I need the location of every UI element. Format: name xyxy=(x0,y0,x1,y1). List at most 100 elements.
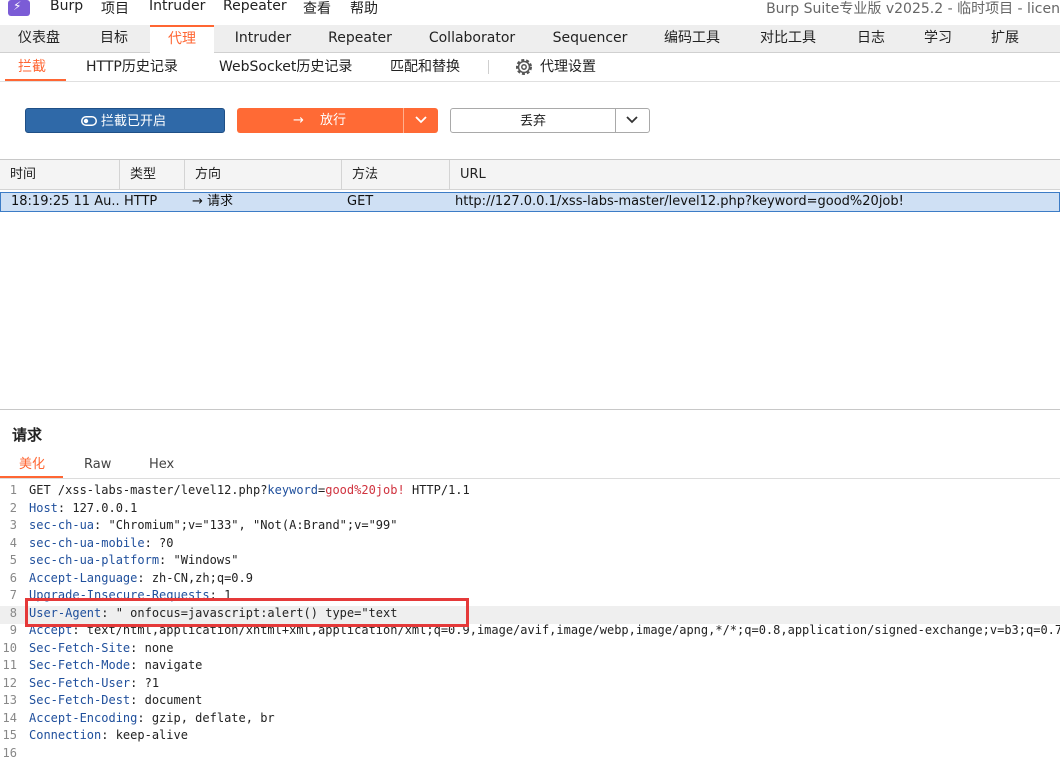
code-line-text: Sec-Fetch-User: ?1 xyxy=(29,675,159,693)
proxy-sub-tabs: 拦截 HTTP历史记录 WebSocket历史记录 匹配和替换 代理设置 xyxy=(0,53,1060,82)
logo-glyph: ⚡ xyxy=(13,0,22,13)
header-name: Sec-Fetch-Dest xyxy=(29,693,131,707)
menu-intruder[interactable]: Intruder xyxy=(149,0,205,14)
code-line: 15 Connection: keep-alive xyxy=(0,727,1060,745)
forward-button[interactable]: → 放行 xyxy=(237,108,403,133)
line-number: 8 xyxy=(9,605,17,620)
subtab-http-history[interactable]: HTTP历史记录 xyxy=(86,53,178,81)
column-header-method[interactable]: 方法 xyxy=(342,160,450,189)
drop-button[interactable]: 丢弃 xyxy=(450,108,616,133)
tab-dashboard[interactable]: 仪表盘 xyxy=(0,25,78,52)
subtab-match-replace[interactable]: 匹配和替换 xyxy=(390,53,460,81)
tab-raw[interactable]: Raw xyxy=(84,452,111,478)
code-line-text: GET /xss-labs-master/level12.php?keyword… xyxy=(29,482,470,500)
code-line: 3 sec-ch-ua: "Chromium";v="133", "Not(A:B… xyxy=(0,517,1060,535)
menu-view[interactable]: 查看 xyxy=(303,0,331,18)
column-header-time[interactable]: 时间 xyxy=(0,160,120,189)
code-line-text: Sec-Fetch-Site: none xyxy=(29,640,174,658)
table-row[interactable]: 18:19:25 11 Au... HTTP → 请求 GET http://1… xyxy=(0,192,1060,212)
code-line: 10 Sec-Fetch-Site: none xyxy=(0,640,1060,658)
code-line: 14 Accept-Encoding: gzip, deflate, br xyxy=(0,710,1060,728)
line-number: 2 xyxy=(9,500,17,515)
tab-decoder[interactable]: 编码工具 xyxy=(644,25,740,52)
code-line-text: sec-ch-ua-platform: "Windows" xyxy=(29,552,239,570)
code-line-text: Host: 127.0.0.1 xyxy=(29,500,137,518)
cell-type: HTTP xyxy=(124,194,158,209)
line-number: 13 xyxy=(2,693,17,707)
tab-proxy[interactable]: 代理 xyxy=(150,25,214,53)
column-header-url[interactable]: URL xyxy=(450,160,1060,189)
code-text: HTTP/1.1 xyxy=(404,483,470,497)
intercept-toggle-button[interactable]: 拦截已开启 xyxy=(25,108,225,133)
line-number: 10 xyxy=(2,640,17,655)
tab-pretty[interactable]: 美化 xyxy=(19,452,45,478)
forward-label: 放行 xyxy=(320,113,347,128)
menu-bar: ⚡ Burp 项目 Intruder Repeater 查看 帮助 Burp S… xyxy=(0,0,1060,24)
line-number: 1 xyxy=(9,483,17,497)
menu-project[interactable]: 项目 xyxy=(101,0,129,18)
line-number: 9 xyxy=(9,623,17,637)
tab-learn[interactable]: 学习 xyxy=(906,25,970,52)
menu-repeater[interactable]: Repeater xyxy=(223,0,287,14)
subtab-intercept[interactable]: 拦截 xyxy=(18,53,46,81)
code-text: : "Chromium";v="133", "Not(A:Brand";v="9… xyxy=(94,518,398,532)
header-name: Accept-Encoding xyxy=(29,710,138,725)
toggle-icon xyxy=(81,116,97,126)
menu-burp[interactable]: Burp xyxy=(50,0,83,14)
code-text: : none xyxy=(130,640,174,655)
line-number: 15 xyxy=(2,728,17,742)
tab-logger[interactable]: 日志 xyxy=(836,25,906,52)
line-number: 16 xyxy=(2,745,17,760)
code-text: : zh-CN,zh;q=0.9 xyxy=(137,570,253,585)
code-text: : 127.0.0.1 xyxy=(57,500,138,515)
code-line: 13 Sec-Fetch-Dest: document xyxy=(0,692,1060,710)
param-name: keyword xyxy=(267,483,318,497)
cell-url: http://127.0.0.1/xss-labs-master/level12… xyxy=(455,194,904,209)
tab-hex[interactable]: Hex xyxy=(149,452,174,478)
column-header-type[interactable]: 类型 xyxy=(120,160,185,189)
code-line: 12 Sec-Fetch-User: ?1 xyxy=(0,675,1060,693)
code-line: 2 Host: 127.0.0.1 xyxy=(0,500,1060,518)
code-line: 11 Sec-Fetch-Mode: navigate xyxy=(0,657,1060,675)
tab-sequencer[interactable]: Sequencer xyxy=(536,25,644,52)
code-text: : "Windows" xyxy=(159,553,239,567)
header-name: Sec-Fetch-User xyxy=(29,675,131,690)
tab-extensions[interactable]: 扩展 xyxy=(970,25,1040,52)
column-header-direction[interactable]: 方向 xyxy=(185,160,342,189)
header-name: Sec-Fetch-Site xyxy=(29,640,131,655)
subtab-websocket-history[interactable]: WebSocket历史记录 xyxy=(219,53,352,81)
code-line: 16 xyxy=(0,745,1060,763)
intercept-table: 时间 类型 方向 方法 URL 18:19:25 11 Au... HTTP →… xyxy=(0,159,1060,410)
line-number: 6 xyxy=(9,570,17,585)
tab-comparer[interactable]: 对比工具 xyxy=(740,25,836,52)
tab-repeater[interactable]: Repeater xyxy=(312,25,408,52)
line-number: 11 xyxy=(2,658,17,672)
forward-options-button[interactable] xyxy=(403,108,438,133)
drop-options-button[interactable] xyxy=(615,108,650,133)
code-line-text: Accept-Encoding: gzip, deflate, br xyxy=(29,710,275,728)
code-text: : ?0 xyxy=(144,535,174,550)
code-line-text: sec-ch-ua-mobile: ?0 xyxy=(29,535,174,553)
code-text: GET /xss-labs-master/level12.php? xyxy=(29,483,268,497)
code-text: : keep-alive xyxy=(101,728,188,742)
active-editor-tab-indicator xyxy=(0,476,63,478)
line-number: 3 xyxy=(9,518,17,532)
code-text: : navigate xyxy=(130,658,203,672)
tab-intruder[interactable]: Intruder xyxy=(214,25,312,52)
header-name: Accept-Language xyxy=(29,570,138,585)
code-line-text: Sec-Fetch-Mode: navigate xyxy=(29,657,202,675)
tab-collaborator[interactable]: Collaborator xyxy=(408,25,536,52)
header-name: sec-ch-ua-mobile xyxy=(29,535,145,550)
code-line: 5 sec-ch-ua-platform: "Windows" xyxy=(0,552,1060,570)
tab-target[interactable]: 目标 xyxy=(78,25,150,52)
code-line-text: sec-ch-ua: "Chromium";v="133", "Not(A:Br… xyxy=(29,517,397,535)
code-text: : document xyxy=(130,693,203,707)
request-pane-title: 请求 xyxy=(12,426,43,444)
cell-time: 18:19:25 11 Au... xyxy=(11,194,121,209)
header-name: sec-ch-ua-platform xyxy=(29,553,160,567)
code-line-text: Sec-Fetch-Dest: document xyxy=(29,692,202,710)
param-value: good%20job! xyxy=(325,483,405,497)
menu-help[interactable]: 帮助 xyxy=(350,0,378,18)
proxy-settings-label: 代理设置 xyxy=(540,59,596,75)
annotation-highlight-box xyxy=(25,598,469,627)
